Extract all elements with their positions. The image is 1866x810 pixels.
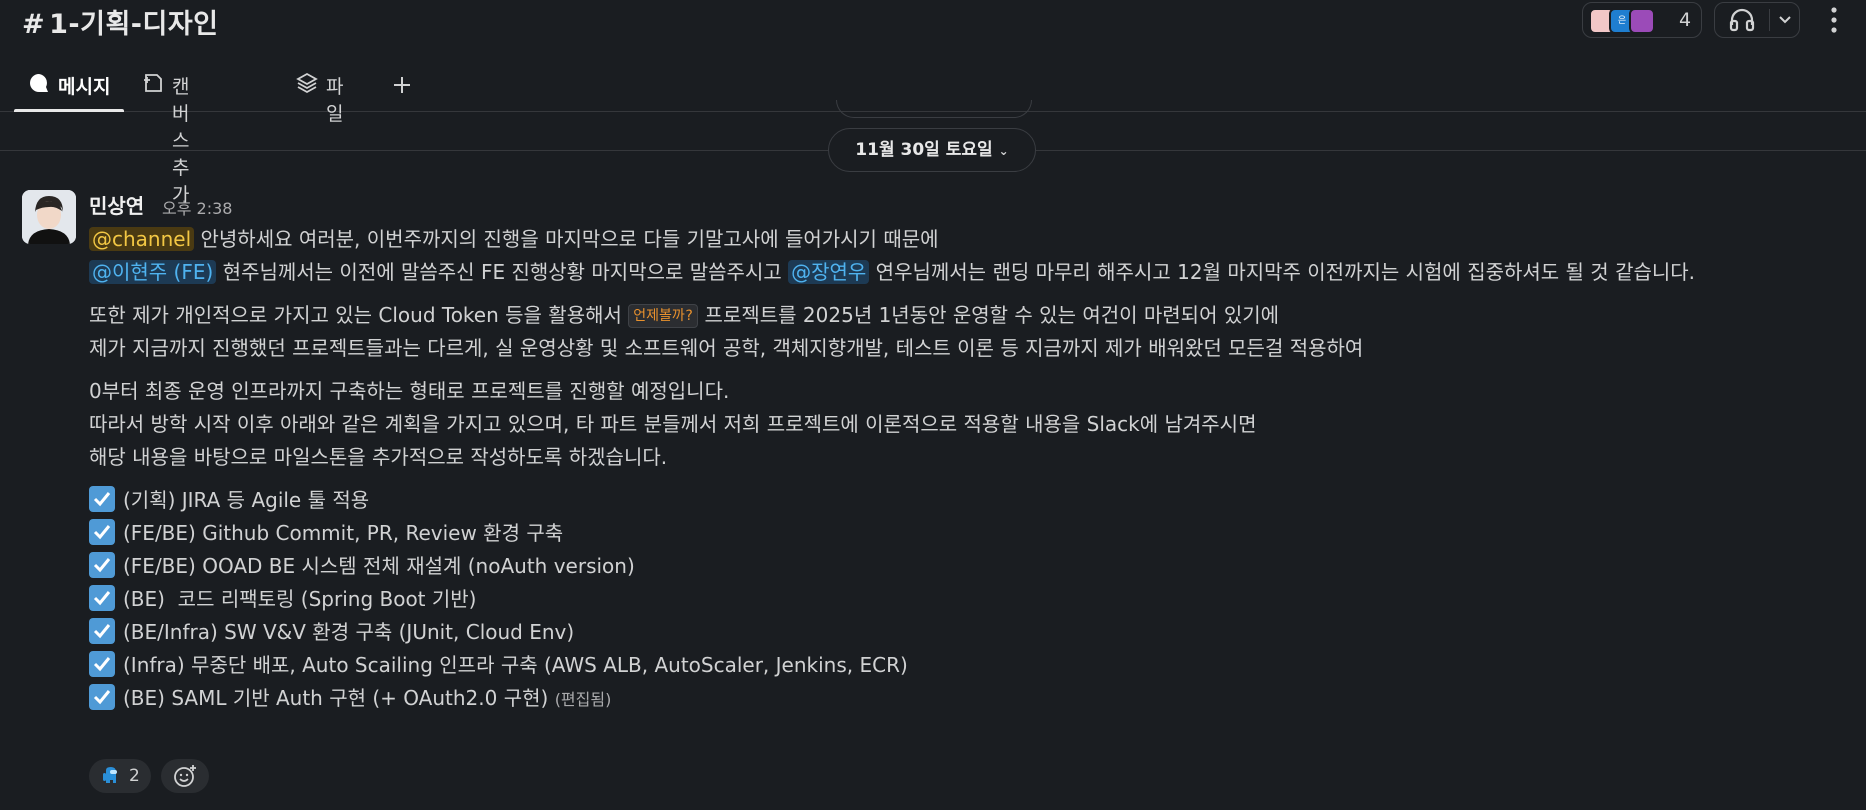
checkbox-checked-icon — [89, 585, 115, 611]
checkbox-checked-icon — [89, 519, 115, 545]
member-avatar — [1629, 8, 1655, 34]
message-paragraph: @channel 안녕하세요 여러분, 이번주까지의 진행을 마지막으로 다들 … — [89, 223, 1829, 289]
checkbox-checked-icon — [89, 684, 115, 710]
checkbox-checked-icon — [89, 651, 115, 677]
tab-label: 파일 — [326, 76, 344, 125]
inline-code: 언제볼까? — [628, 304, 699, 328]
list-item: (BE/Infra) SW V&V 환경 구축 (JUnit, Cloud En… — [89, 616, 1829, 649]
message-line: 따라서 방학 시작 이후 아래와 같은 계획을 가지고 있으며, 타 파트 분들… — [89, 412, 1257, 436]
message-text: 프로젝트를 2025년 1년동안 운영할 수 있는 여건이 마련되어 있기에 — [698, 303, 1280, 327]
tab-add-canvas[interactable]: 캔버스 추가 — [142, 66, 189, 206]
member-count: 4 — [1679, 9, 1692, 31]
channel-title[interactable]: #1-기획-디자인 — [22, 2, 219, 41]
user-mention[interactable]: @이현주 (FE) — [89, 260, 217, 284]
list-item-text: (FE/BE) Github Commit, PR, Review 환경 구축 — [123, 521, 564, 545]
message-line: 해당 내용을 바탕으로 마일스톤을 추가적으로 작성하도록 하겠습니다. — [89, 445, 668, 469]
add-emoji-icon — [173, 764, 199, 792]
message-line: 제가 지금까지 진행했던 프로젝트들과는 다르게, 실 운영상황 및 소프트웨어… — [89, 336, 1364, 360]
headphones-icon[interactable] — [1729, 8, 1755, 36]
list-item-text: (FE/BE) OOAD BE 시스템 전체 재설계 (noAuth versi… — [123, 554, 635, 578]
checkbox-checked-icon — [89, 486, 115, 512]
huddle-button[interactable] — [1714, 2, 1800, 38]
list-item: (FE/BE) Github Commit, PR, Review 환경 구축 — [89, 517, 1829, 550]
list-item: (Infra) 무중단 배포, Auto Scailing 인프라 구축 (AW… — [89, 649, 1829, 682]
list-item: (기획) JIRA 등 Agile 툴 적용 — [89, 484, 1829, 517]
add-reaction-button[interactable] — [161, 759, 209, 793]
user-mention[interactable]: @장연우 — [788, 260, 870, 284]
plus-icon[interactable] — [392, 72, 412, 102]
list-item: (FE/BE) OOAD BE 시스템 전체 재설계 (noAuth versi… — [89, 550, 1829, 583]
list-item-text: (BE/Infra) SW V&V 환경 구축 (JUnit, Cloud En… — [123, 620, 575, 644]
chevron-down-icon: ⌄ — [998, 144, 1009, 158]
member-avatars: 은 — [1589, 8, 1659, 34]
checkbox-checked-icon — [89, 552, 115, 578]
reaction-count: 2 — [129, 766, 140, 786]
among-us-icon — [101, 766, 119, 786]
message-line: @channel 안녕하세요 여러분, 이번주까지의 진행을 마지막으로 다들 … — [89, 223, 1829, 256]
previous-date-pill — [836, 100, 1032, 118]
button-divider — [1769, 9, 1770, 31]
list-item-text: (BE) SAML 기반 Auth 구현 (+ OAuth2.0 구현) — [123, 686, 549, 710]
channel-header: #1-기획-디자인 은 4 메시지 캔버스 추가 파일 — [0, 0, 1866, 206]
list-item: (BE) SAML 기반 Auth 구현 (+ OAuth2.0 구현) (편집… — [89, 682, 1829, 715]
add-tab-button[interactable] — [392, 62, 412, 108]
message-line: 또한 제가 개인적으로 가지고 있는 Cloud Token 등을 활용해서 언… — [89, 299, 1829, 332]
date-divider-button[interactable]: 11월 30일 토요일 ⌄ — [828, 128, 1036, 172]
message-timestamp[interactable]: 오후 2:38 — [162, 195, 232, 219]
message-paragraph: 또한 제가 개인적으로 가지고 있는 Cloud Token 등을 활용해서 언… — [89, 299, 1829, 365]
tab-messages[interactable]: 메시지 — [14, 66, 124, 112]
message-text: 현주님께서는 이전에 말씀주신 FE 진행상황 마지막으로 말씀주시고 — [216, 260, 789, 284]
message-line: 0부터 최종 운영 인프라까지 구축하는 형태로 프로젝트를 진행할 예정입니다… — [89, 379, 730, 403]
chevron-down-icon[interactable] — [1777, 12, 1793, 32]
list-item-text: (BE) 코드 리팩토링 (Spring Boot 기반) — [123, 587, 477, 611]
checkbox-checked-icon — [89, 618, 115, 644]
tab-files[interactable]: 파일 — [296, 66, 343, 125]
tab-label: 캔버스 추가 — [172, 76, 190, 206]
message-sender[interactable]: 민상연 — [89, 190, 144, 219]
message-text: 또한 제가 개인적으로 가지고 있는 Cloud Token 등을 활용해서 — [89, 303, 629, 327]
list-item-text: (기획) JIRA 등 Agile 툴 적용 — [123, 488, 370, 512]
layers-icon — [296, 72, 318, 94]
checklist: (기획) JIRA 등 Agile 툴 적용 (FE/BE) Github Co… — [89, 484, 1829, 715]
list-item-text: (Infra) 무중단 배포, Auto Scailing 인프라 구축 (AW… — [123, 653, 908, 677]
edited-label: (편집됨) — [554, 690, 612, 709]
message-body: @channel 안녕하세요 여러분, 이번주까지의 진행을 마지막으로 다들 … — [89, 223, 1829, 715]
message-text: 안녕하세요 여러분, 이번주까지의 진행을 마지막으로 다들 기말고사에 들어가… — [194, 227, 939, 251]
message-bubble-icon — [28, 72, 50, 94]
message-paragraph: 0부터 최종 운영 인프라까지 구축하는 형태로 프로젝트를 진행할 예정입니다… — [89, 375, 1829, 474]
message-text: 연우님께서는 랜딩 마무리 해주시고 12월 마지막주 이전까지는 시험에 집중… — [869, 260, 1696, 284]
members-button[interactable]: 은 4 — [1582, 2, 1702, 38]
date-label: 11월 30일 토요일 — [855, 140, 993, 160]
channel-mention[interactable]: @channel — [89, 227, 195, 251]
avatar[interactable] — [22, 190, 76, 244]
tab-label: 메시지 — [58, 76, 111, 98]
channel-name: 1-기획-디자인 — [49, 9, 219, 40]
reaction-pill[interactable]: 2 — [89, 759, 151, 793]
channel-hash: # — [22, 9, 46, 40]
list-item: (BE) 코드 리팩토링 (Spring Boot 기반) — [89, 583, 1829, 616]
message-line: @이현주 (FE) 현주님께서는 이전에 말씀주신 FE 진행상황 마지막으로 … — [89, 256, 1829, 289]
kebab-icon[interactable] — [1824, 4, 1844, 36]
canvas-icon — [142, 72, 164, 94]
